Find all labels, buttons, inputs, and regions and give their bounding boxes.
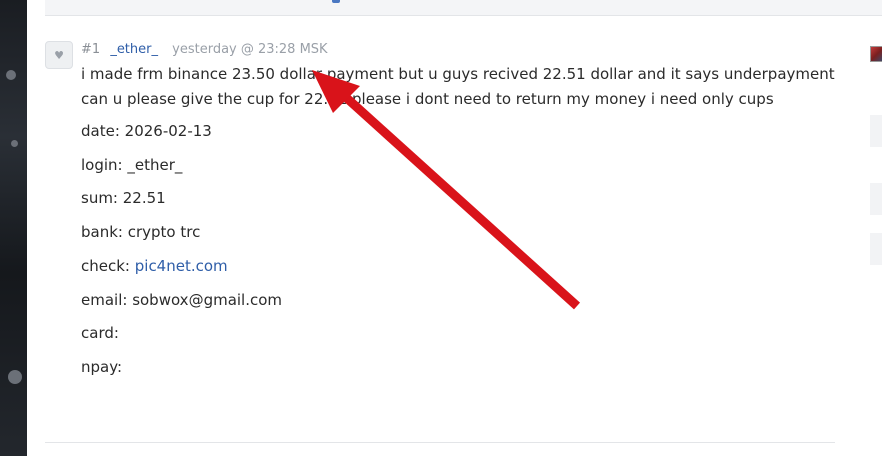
post-divider <box>45 442 835 443</box>
avatar-placeholder-icon: ♥ <box>54 48 64 62</box>
post-author-link[interactable]: _ether_ <box>110 42 158 57</box>
post-timestamp: yesterday @ 23:28 MSK <box>172 42 328 57</box>
sidebar-avatar[interactable] <box>870 46 882 62</box>
sidebar-block <box>870 183 882 215</box>
header-indicator <box>332 0 340 3</box>
sidebar-block <box>870 233 882 265</box>
field-date: date: 2026-02-13 <box>81 122 212 140</box>
page-background-left <box>0 0 27 456</box>
avatar[interactable]: ♥ <box>45 41 73 69</box>
post-number[interactable]: #1 <box>81 42 100 57</box>
thread-header <box>45 0 882 16</box>
field-npay: npay: <box>81 358 123 376</box>
field-check: check: pic4net.com <box>81 257 228 275</box>
sidebar-block <box>870 115 882 147</box>
check-link[interactable]: pic4net.com <box>135 257 228 275</box>
field-email: email: sobwox@gmail.com <box>81 291 283 309</box>
post-message: i made frm binance 23.50 dollar payment … <box>81 65 835 108</box>
field-bank: bank: crypto trc <box>81 223 201 241</box>
post-meta: #1 _ether_ yesterday @ 23:28 MSK <box>81 42 328 57</box>
background-decoration <box>8 370 22 384</box>
field-check-label: check: <box>81 257 135 275</box>
field-login: login: _ether_ <box>81 156 183 174</box>
background-decoration <box>6 70 16 80</box>
field-card: card: <box>81 324 119 342</box>
field-sum: sum: 22.51 <box>81 189 166 207</box>
background-decoration <box>11 140 18 147</box>
